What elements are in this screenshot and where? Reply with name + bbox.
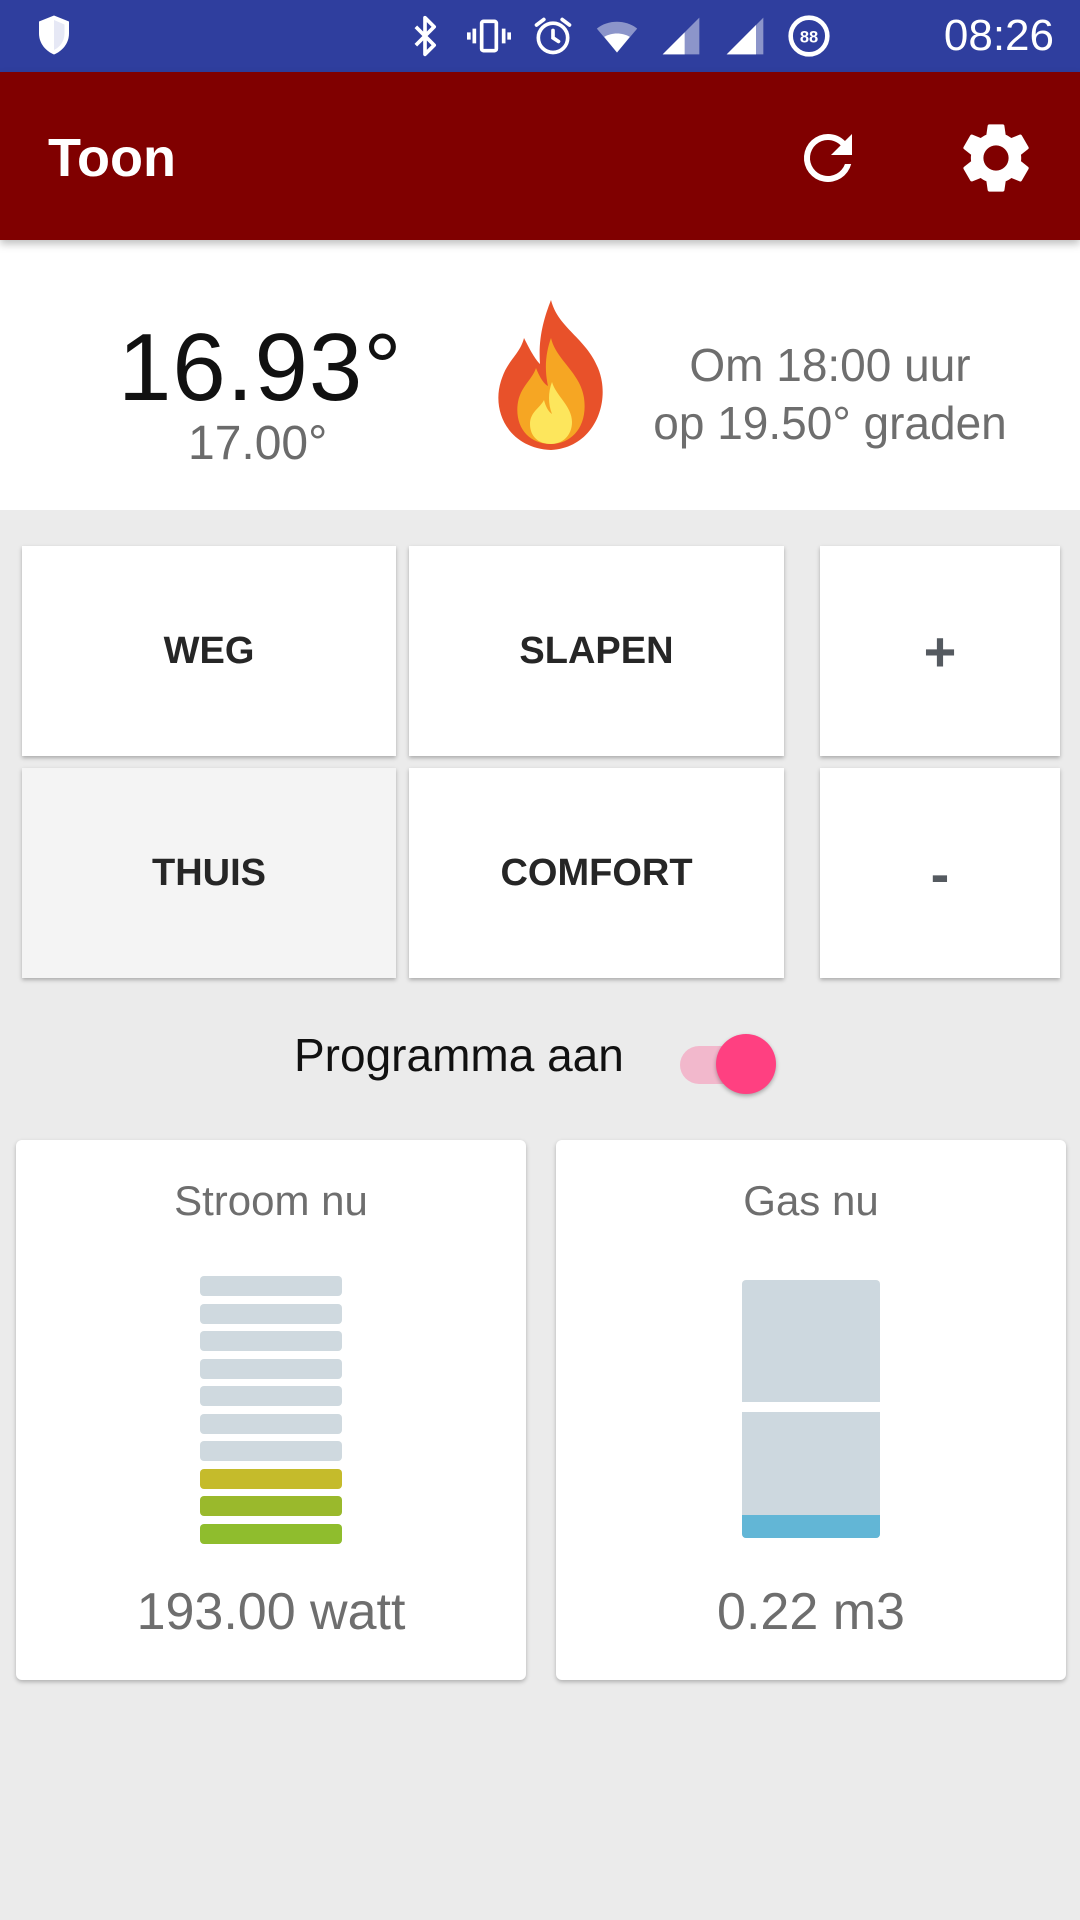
temperature-panel: 16.93° 17.00° Om 18:00 uur op 19.50° gra… [0, 240, 1080, 510]
power-level-meter [200, 1276, 342, 1551]
gas-value: 0.22 m3 [717, 1583, 905, 1641]
gas-card: Gas nu 0.22 m3 [556, 1140, 1066, 1680]
schedule-info: Om 18:00 uur op 19.50° graden [630, 336, 1030, 452]
power-value: 193.00 watt [136, 1583, 406, 1641]
gear-icon[interactable] [954, 116, 1038, 200]
toggle-thumb [716, 1034, 776, 1094]
increase-temperature-button[interactable]: + [820, 546, 1060, 756]
alarm-icon [534, 17, 572, 55]
schedule-line-temperature: op 19.50° graden [653, 397, 1007, 449]
power-card: Stroom nu 193.00 watt [16, 1140, 526, 1680]
power-meter-segment [200, 1413, 342, 1434]
flame-icon [498, 300, 603, 450]
schedule-line-time: Om 18:00 uur [689, 339, 971, 391]
thuis-button[interactable]: THUIS [22, 768, 396, 978]
gas-meter-fill [742, 1515, 880, 1538]
power-meter-segment [200, 1331, 342, 1351]
power-meter-segment [200, 1276, 342, 1296]
power-card-title: Stroom nu [174, 1177, 368, 1224]
power-meter-segment [200, 1358, 342, 1379]
gas-level-meter [742, 1280, 880, 1538]
signal-icon [726, 17, 764, 55]
power-meter-segment [200, 1523, 342, 1544]
power-meter-segment [200, 1386, 342, 1406]
gas-meter-upper [742, 1280, 880, 1402]
target-temperature: 17.00° [188, 417, 328, 470]
decrease-temperature-button[interactable]: - [820, 768, 1060, 978]
slapen-button[interactable]: SLAPEN [409, 546, 784, 756]
gas-meter-lower [742, 1412, 880, 1538]
power-meter-segment [200, 1468, 342, 1489]
refresh-icon[interactable] [792, 122, 864, 194]
comfort-button[interactable]: COMFORT [409, 768, 784, 978]
data-saver-icon: 88 [788, 15, 830, 57]
app-bar: Toon [0, 72, 1080, 240]
status-clock: 08:26 [943, 11, 1054, 60]
weg-button[interactable]: WEG [22, 546, 396, 756]
power-meter-segment [200, 1441, 342, 1461]
program-toggle[interactable] [680, 1034, 776, 1094]
program-label: Programma aan [294, 1029, 624, 1081]
status-bar: 88 08:26 [0, 0, 1080, 72]
power-meter-segment [200, 1496, 342, 1516]
wifi-icon [596, 21, 638, 53]
current-temperature: 16.93° [118, 314, 403, 421]
power-meter-segment [200, 1303, 342, 1324]
bluetooth-icon [414, 15, 436, 57]
status-icons: 88 [402, 14, 832, 58]
gas-card-title: Gas nu [743, 1177, 879, 1224]
signal-icon [662, 17, 700, 55]
vibrate-icon [467, 19, 511, 53]
battery-badge: 88 [800, 28, 818, 46]
shield-icon [39, 15, 69, 55]
app-title: Toon [48, 128, 176, 188]
program-row: Programma aan [0, 1020, 1080, 1094]
